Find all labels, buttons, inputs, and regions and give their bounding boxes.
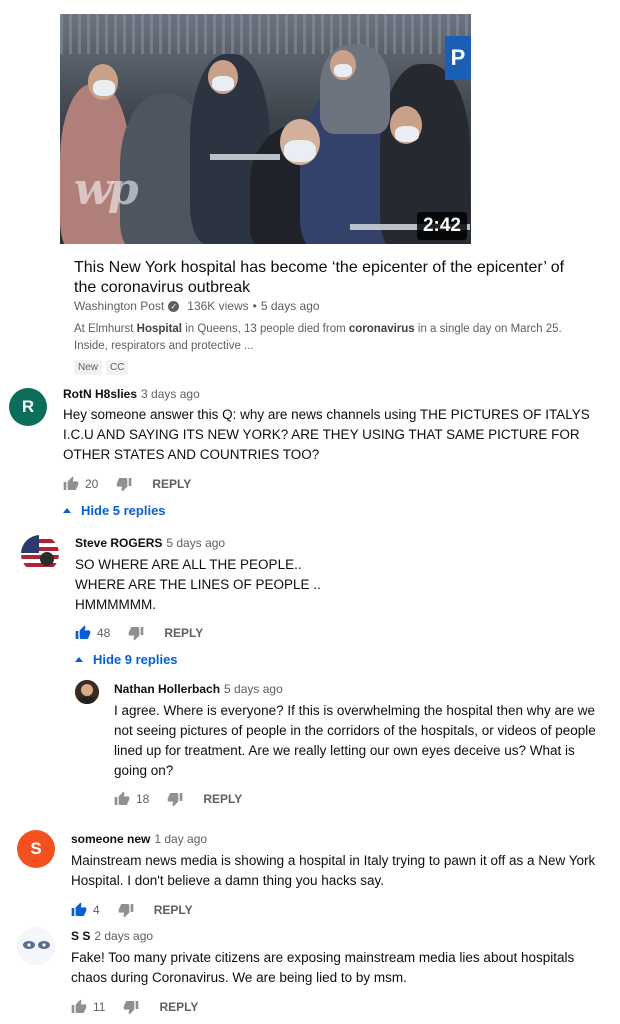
anime-eyes-avatar [17, 927, 55, 965]
comment-text: Mainstream news media is showing a hospi… [71, 853, 596, 888]
comment-author: Nathan Hollerbach 5 days ago [114, 682, 283, 696]
comment-text: I agree. Where is everyone? If this is o… [114, 703, 596, 778]
author-name[interactable]: someone new [71, 832, 150, 846]
barrier-rail [210, 154, 280, 160]
fence-background [60, 14, 471, 54]
face-mask [334, 64, 352, 77]
thumbs-down-icon[interactable] [123, 999, 139, 1015]
verified-check-icon: ✓ [168, 300, 180, 312]
comment-actions: 48 REPLY [75, 625, 203, 641]
comment-line: HMMMMMM. [75, 597, 156, 612]
video-description: At Elmhurst Hospital in Queens, 13 peopl… [74, 323, 562, 352]
cc-badge: CC [106, 360, 129, 375]
comment-time[interactable]: 1 day ago [154, 832, 207, 846]
hide-replies-button[interactable]: Hide 5 replies [63, 503, 166, 518]
author-name[interactable]: S S [71, 929, 90, 943]
thumbs-up-icon[interactable] [75, 625, 91, 641]
like-count: 20 [85, 477, 99, 491]
face-mask [212, 76, 234, 91]
video-badges: New CC [74, 360, 129, 375]
comment-time[interactable]: 3 days ago [141, 387, 200, 401]
comment-line: WHERE ARE THE LINES OF PEOPLE .. [75, 577, 321, 592]
profile-photo [75, 680, 99, 704]
author-name[interactable]: Nathan Hollerbach [114, 682, 220, 696]
thumbs-down-icon[interactable] [118, 902, 134, 918]
face-mask [284, 140, 316, 162]
avatar[interactable] [21, 535, 59, 573]
flag-avatar-image [21, 535, 59, 573]
hide-replies-label: Hide 9 replies [93, 652, 178, 667]
comment-text: Hey someone answer this Q: why are news … [63, 407, 590, 462]
comment-line: SO WHERE ARE ALL THE PEOPLE.. [75, 557, 302, 572]
comment-author: S S 2 days ago [71, 929, 153, 943]
video-duration: 2:42 [416, 212, 467, 240]
comment-time[interactable]: 5 days ago [224, 682, 283, 696]
thumbs-up-icon[interactable] [114, 791, 130, 807]
upload-age: 5 days ago [260, 299, 320, 313]
chevron-up-icon [75, 657, 83, 662]
view-count: 136K views [187, 299, 249, 313]
comment-actions: 18 REPLY [114, 791, 242, 807]
new-badge: New [74, 360, 103, 375]
comment-actions: 20 REPLY [63, 476, 191, 492]
thumbs-up-icon[interactable] [71, 999, 87, 1015]
avatar[interactable]: R [9, 388, 47, 426]
like-count: 48 [97, 626, 111, 640]
avatar[interactable] [17, 927, 55, 965]
meta-separator: • [252, 299, 257, 313]
comment-text: SO WHERE ARE ALL THE PEOPLE.. WHERE ARE … [75, 555, 575, 615]
face-mask [93, 80, 115, 96]
hide-replies-label: Hide 5 replies [81, 503, 166, 518]
thumbs-down-icon[interactable] [116, 476, 132, 492]
parking-sign: P [445, 36, 471, 80]
avatar[interactable]: S [17, 830, 55, 868]
author-name[interactable]: RotN H8slies [63, 387, 137, 401]
comment-actions: 4 REPLY [71, 902, 193, 918]
comment-author: RotN H8slies 3 days ago [63, 387, 200, 401]
chevron-up-icon [63, 508, 71, 513]
video-thumbnail[interactable]: wp P 2:42 [60, 14, 471, 244]
video-meta: Washington Post ✓ 136K views • 5 days ag… [74, 299, 320, 313]
thumbs-down-icon[interactable] [128, 625, 144, 641]
thumbs-up-icon[interactable] [71, 902, 87, 918]
face-mask [395, 126, 419, 142]
reply-button[interactable]: REPLY [164, 626, 203, 640]
comment-author: someone new 1 day ago [71, 832, 207, 846]
thumbs-up-icon[interactable] [63, 476, 79, 492]
hide-replies-button[interactable]: Hide 9 replies [75, 652, 178, 667]
reply-button[interactable]: REPLY [159, 1000, 198, 1014]
reply-button[interactable]: REPLY [154, 903, 193, 917]
video-title[interactable]: This New York hospital has become ‘the e… [74, 258, 574, 298]
washington-post-watermark: wp [74, 164, 139, 215]
comment-time[interactable]: 2 days ago [94, 929, 153, 943]
thumbs-down-icon[interactable] [167, 791, 183, 807]
reply-button[interactable]: REPLY [203, 792, 242, 806]
author-name[interactable]: Steve ROGERS [75, 536, 162, 550]
comment-time[interactable]: 5 days ago [166, 536, 225, 550]
reply-button[interactable]: REPLY [152, 477, 191, 491]
avatar[interactable] [75, 680, 99, 704]
comment-text: Fake! Too many private citizens are expo… [71, 950, 575, 985]
comment-actions: 11 REPLY [71, 999, 198, 1015]
like-count: 11 [93, 1000, 106, 1014]
comment-author: Steve ROGERS 5 days ago [75, 536, 225, 550]
like-count: 18 [136, 792, 150, 806]
like-count: 4 [93, 903, 100, 917]
channel-name[interactable]: Washington Post [74, 299, 164, 313]
